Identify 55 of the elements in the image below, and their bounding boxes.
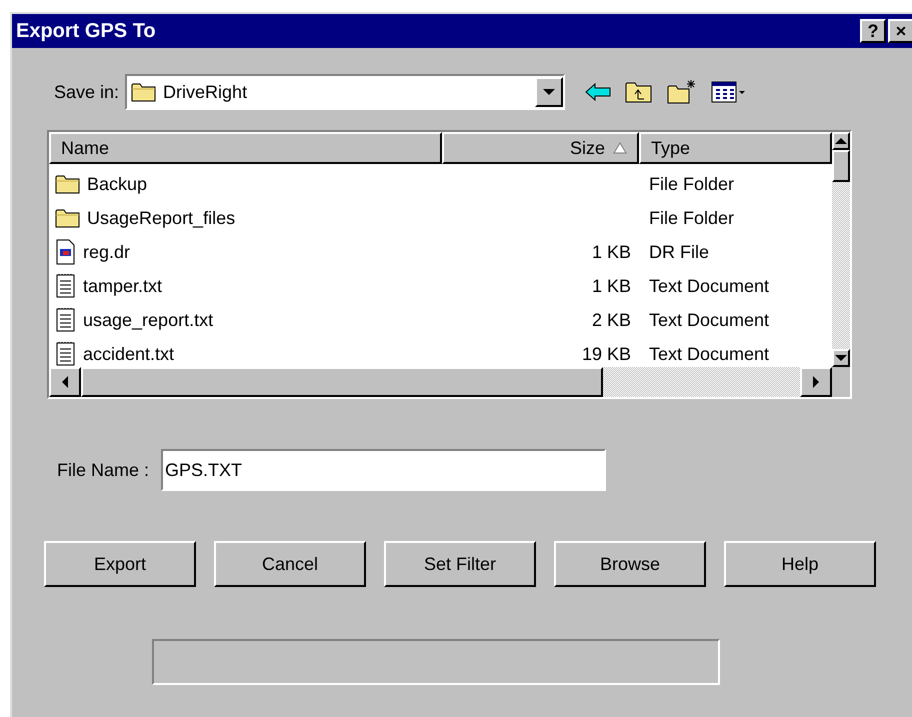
file-type: Text Document <box>649 276 770 296</box>
file-name[interactable]: Backup <box>87 170 148 198</box>
text-file-icon <box>55 273 77 299</box>
horizontal-scrollbar[interactable] <box>49 367 832 397</box>
file-size: 1 KB <box>592 240 631 264</box>
file-size: 19 KB <box>582 342 631 366</box>
scroll-up-icon <box>835 138 847 144</box>
text-file-icon <box>55 307 77 333</box>
document-icon <box>55 239 77 265</box>
scrollbar-corner <box>832 367 850 397</box>
scroll-left-icon <box>62 376 68 388</box>
file-size: 1 KB <box>592 274 631 298</box>
save-in-dropdown[interactable]: DriveRight <box>125 74 566 110</box>
scroll-thumb[interactable] <box>81 367 603 397</box>
file-name-label: File Name : <box>57 458 150 482</box>
dialog-button[interactable]: Browse <box>554 541 706 587</box>
scroll-thumb[interactable] <box>832 150 850 182</box>
vertical-scrollbar[interactable] <box>832 132 850 367</box>
back-arrow-icon[interactable] <box>585 83 612 101</box>
view-menu-icon[interactable] <box>711 80 748 104</box>
folder-icon <box>55 173 81 195</box>
file-type: Text Document <box>649 344 770 364</box>
file-name[interactable]: accident.txt <box>83 340 174 367</box>
file-type: File Folder <box>649 174 734 194</box>
file-type: DR File <box>649 242 710 262</box>
caret-icon <box>543 89 556 95</box>
window-title: Export GPS To <box>16 19 156 44</box>
dialog-button[interactable]: Set Filter <box>384 541 536 587</box>
file-type: Text Document <box>649 310 770 330</box>
text-file-icon <box>55 341 77 367</box>
file-name[interactable]: reg.dr <box>83 238 130 266</box>
dialog-button[interactable]: Help <box>724 541 876 587</box>
file-name-field[interactable]: GPS.TXT <box>161 449 606 491</box>
dialog-button[interactable]: Export <box>44 541 196 587</box>
column-header[interactable]: Type <box>639 132 832 164</box>
folder-icon <box>55 207 81 229</box>
scroll-right-icon <box>813 376 819 388</box>
folder-icon <box>131 81 158 103</box>
new-folder-icon[interactable] <box>667 79 698 105</box>
file-size: 2 KB <box>592 308 631 332</box>
save-in-label: Save in: <box>54 80 120 104</box>
close-button[interactable]: × <box>888 19 912 43</box>
column-header[interactable]: Size <box>442 132 639 164</box>
up-folder-icon[interactable] <box>625 80 654 104</box>
file-name[interactable]: usage_report.txt <box>83 306 214 334</box>
file-name[interactable]: tamper.txt <box>83 272 162 300</box>
sort-arrow-icon <box>613 142 627 154</box>
dialog-button[interactable]: Cancel <box>214 541 366 587</box>
dropdown-arrow-button[interactable] <box>535 77 564 107</box>
help-button[interactable]: ? <box>860 19 886 43</box>
file-name[interactable]: UsageReport_files <box>87 204 236 232</box>
file-type: File Folder <box>649 208 734 228</box>
column-header[interactable]: Name <box>49 132 442 164</box>
scroll-down-icon <box>835 355 847 361</box>
dropdown-value: DriveRight <box>163 80 248 104</box>
